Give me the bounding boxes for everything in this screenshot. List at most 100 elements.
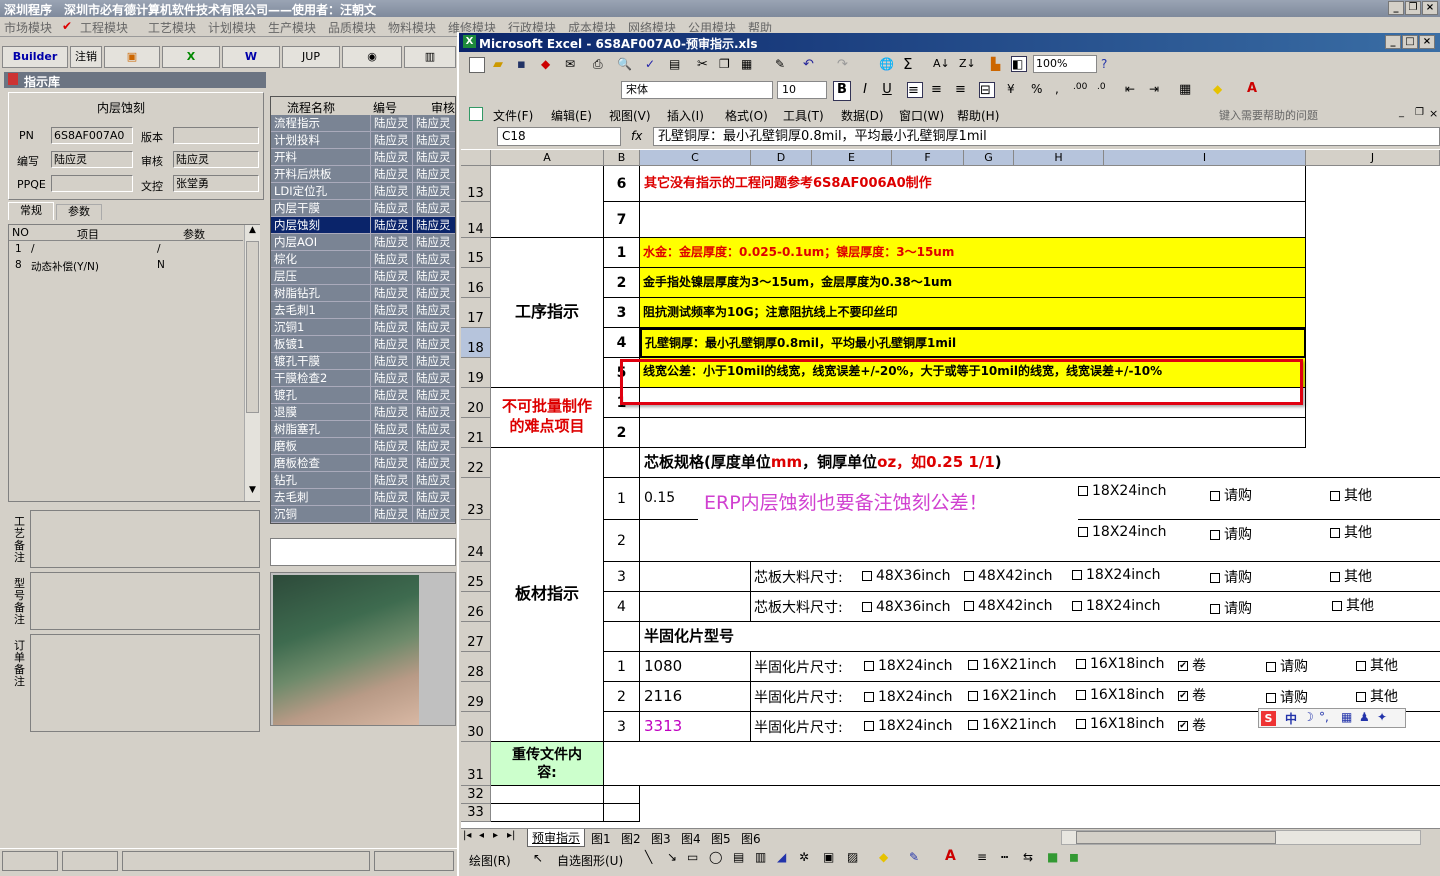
wrench-icon[interactable]: ✦	[1377, 710, 1387, 724]
rectangle-icon[interactable]: ▭	[687, 850, 698, 864]
fill-color-icon[interactable]: ◆	[1213, 82, 1229, 98]
help-search-input[interactable]: 键入需要帮助的问题	[1219, 107, 1318, 123]
sheet-tab[interactable]: 图6	[741, 830, 761, 847]
difficult-item-2[interactable]	[640, 418, 1306, 448]
col-header[interactable]: G	[964, 150, 1014, 166]
board-thickness-3[interactable]	[640, 562, 751, 592]
note-model-field[interactable]	[30, 572, 260, 630]
col-header[interactable]: F	[892, 150, 964, 166]
row-header[interactable]: 20	[461, 388, 491, 418]
menu-format[interactable]: 格式(O)	[725, 107, 768, 124]
spelling-icon[interactable]: ✓	[645, 57, 661, 73]
oval-icon[interactable]: ◯	[709, 850, 722, 864]
col-header[interactable]: B	[604, 150, 640, 166]
tab-general[interactable]: 常规	[8, 202, 54, 220]
open-icon[interactable]: ▰	[493, 57, 509, 73]
num-cell[interactable]: 2	[604, 682, 640, 712]
num-cell[interactable]: 4	[604, 592, 640, 622]
process-instruction-2[interactable]: 金手指处镍层厚度为3～15um，金层厚度为0.38～1um	[640, 268, 1306, 298]
dash-style-icon[interactable]: ┅	[1001, 850, 1008, 864]
jup-button[interactable]: JUP	[282, 46, 340, 68]
opt-other[interactable]: 其他	[1330, 566, 1372, 586]
chart-icon[interactable]: ▙	[991, 57, 1007, 73]
num-cell[interactable]: 3	[604, 562, 640, 592]
params-row[interactable]: 1 / /	[9, 243, 243, 257]
process-row[interactable]: 树脂钻孔 陆应灵 陆应灵	[271, 285, 455, 302]
align-right-icon[interactable]: ≡	[955, 82, 971, 98]
row-header[interactable]: 14	[461, 202, 491, 238]
opt-18x24[interactable]: 18X24inch	[1072, 598, 1161, 614]
picture-icon[interactable]: ▨	[847, 850, 858, 864]
process-row[interactable]: 钻孔 陆应灵 陆应灵	[271, 472, 455, 489]
draw-menu[interactable]: 绘图(R)	[469, 852, 511, 869]
opt-16x18[interactable]: 16X18inch	[1076, 656, 1165, 672]
process-row[interactable]: 退膜 陆应灵 陆应灵	[271, 404, 455, 421]
process-row[interactable]: 内层干膜 陆应灵 陆应灵	[271, 200, 455, 217]
comma-icon[interactable]: ,	[1055, 82, 1071, 98]
powerpoint-icon[interactable]: ▣	[104, 46, 160, 68]
opt-16x18[interactable]: 16X18inch	[1076, 716, 1165, 732]
tab-params[interactable]: 参数	[56, 204, 102, 220]
row-header[interactable]: 30	[461, 712, 491, 742]
restore-button[interactable]: ❐	[1405, 1, 1421, 15]
scroll-up-icon[interactable]: ▲	[245, 225, 260, 240]
note-process-field[interactable]	[30, 510, 260, 568]
blank-cell[interactable]	[604, 804, 640, 822]
opt-18x24[interactable]: 18X24inch	[864, 689, 953, 705]
num-cell[interactable]: 1	[604, 652, 640, 682]
board-thickness-4[interactable]	[640, 592, 751, 622]
line-color-icon[interactable]: ✎	[909, 850, 919, 864]
paste-icon[interactable]: ▦	[741, 57, 757, 73]
row-header[interactable]: 16	[461, 268, 491, 298]
moon-icon[interactable]: ☽	[1303, 710, 1314, 724]
redo-icon[interactable]: ↷	[837, 57, 853, 73]
row-header[interactable]: 23	[461, 478, 491, 520]
blank-cell[interactable]	[491, 804, 604, 822]
menu-view[interactable]: 视图(V)	[609, 107, 651, 124]
reupload-content[interactable]	[604, 742, 1440, 786]
pn-field[interactable]: 6S8AF007A0	[51, 127, 133, 144]
decrease-decimal-icon[interactable]: .0	[1097, 82, 1113, 98]
vertical-textbox-icon[interactable]: ▥	[755, 850, 766, 864]
opt-18x24[interactable]: 18X24inch	[864, 718, 953, 734]
section-reupload[interactable]: 重传文件内容:	[491, 742, 604, 786]
select-pointer-icon[interactable]: ↖	[533, 851, 543, 865]
sheet-tab[interactable]: 图1	[591, 830, 611, 847]
print-icon[interactable]: ⎙	[593, 57, 609, 73]
note-order-field[interactable]	[30, 634, 260, 732]
row-header[interactable]: 29	[461, 682, 491, 712]
percent-icon[interactable]: %	[1031, 82, 1047, 98]
scroll-thumb[interactable]	[246, 241, 259, 413]
sheet-tab-active[interactable]: 预审指示	[527, 829, 586, 847]
process-instruction-3[interactable]: 阻抗测试频率为10G；注意阻抗线上不要印丝印	[640, 298, 1306, 328]
3d-icon[interactable]: ◼	[1069, 850, 1079, 864]
row-header[interactable]: 21	[461, 418, 491, 448]
blank-cell[interactable]	[604, 448, 640, 478]
opt-18x24[interactable]: 18X24inch	[864, 658, 953, 674]
opt-other[interactable]: 其他	[1330, 485, 1372, 505]
opt-roll-checked[interactable]: ✔ 卷	[1178, 685, 1206, 705]
row-header[interactable]: 28	[461, 652, 491, 682]
save-icon[interactable]: ▪	[517, 57, 533, 73]
line-icon[interactable]: ╲	[645, 850, 652, 864]
punct-icon[interactable]: °,	[1319, 710, 1329, 724]
diagram-icon[interactable]: ✲	[799, 850, 809, 864]
shadow-icon[interactable]: ■	[1047, 850, 1058, 864]
num-cell[interactable]: 3	[604, 298, 640, 328]
control-field[interactable]: 张堂勇	[173, 175, 259, 192]
section-board[interactable]: 板材指示	[491, 448, 604, 742]
process-row[interactable]: 镀孔干膜 陆应灵 陆应灵	[271, 353, 455, 370]
clipart-icon[interactable]: ▣	[823, 850, 834, 864]
process-row[interactable]: LDI定位孔 陆应灵 陆应灵	[271, 183, 455, 200]
opt-other[interactable]: 其他	[1356, 655, 1398, 675]
process-row[interactable]: 去毛刺 陆应灵 陆应灵	[271, 489, 455, 506]
eye-icon[interactable]: ◉	[342, 46, 402, 68]
col-header[interactable]: A	[491, 150, 604, 166]
textbox-icon[interactable]: ▤	[733, 850, 744, 864]
col-header[interactable]: C	[640, 150, 751, 166]
line-style-icon[interactable]: ≡	[977, 850, 987, 864]
row-header[interactable]: 15	[461, 238, 491, 268]
col-header[interactable]: E	[812, 150, 892, 166]
align-center-icon[interactable]: ≡	[931, 82, 947, 98]
num-cell[interactable]: 2	[604, 268, 640, 298]
